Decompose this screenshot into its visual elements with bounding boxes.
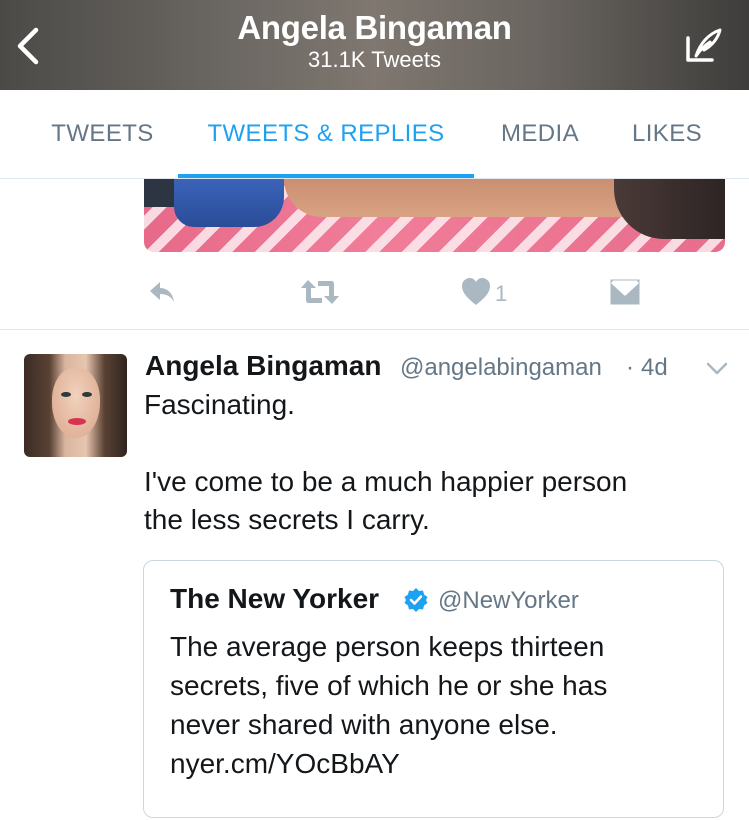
profile-header: Angela Bingaman 31.1K Tweets xyxy=(0,0,749,90)
profile-name-title: Angela Bingaman xyxy=(237,9,512,46)
previous-tweet-actions xyxy=(0,252,749,329)
tab-tweets[interactable]: TWEETS xyxy=(30,90,175,178)
photo-arm xyxy=(284,179,664,217)
quoted-text-line: The average person keeps thirteen xyxy=(170,631,605,662)
quoted-link[interactable]: nyer.cm/YOcBbAY xyxy=(170,748,400,780)
tweet-text-line: I've come to be a much happier person xyxy=(144,466,628,497)
quoted-author-name: The New Yorker xyxy=(170,583,380,614)
tweet-text-line: the less secrets I carry. xyxy=(144,504,430,535)
quoted-tweet-card[interactable]: The New Yorker @NewYorker The average pe… xyxy=(143,560,724,818)
tab-tweets-and-replies[interactable]: TWEETS & REPLIES xyxy=(178,90,474,178)
tweet-author-name[interactable]: Angela Bingaman xyxy=(145,350,381,382)
tweet-text-line: Fascinating. xyxy=(144,389,295,420)
tweet-timestamp[interactable]: 4d xyxy=(641,354,668,382)
photo-blue-fabric xyxy=(174,179,284,227)
retweet-icon[interactable] xyxy=(300,276,340,308)
avatar-lips xyxy=(68,418,86,425)
heart-icon[interactable] xyxy=(460,276,492,308)
direct-message-icon[interactable] xyxy=(609,276,641,308)
avatar-eye xyxy=(82,392,92,397)
quoted-author-handle: @NewYorker xyxy=(438,587,579,614)
compose-tweet-icon[interactable] xyxy=(682,24,726,68)
verified-badge-icon xyxy=(404,588,428,612)
meta-separator: · xyxy=(626,354,634,381)
quoted-text-line: secrets, five of which he or she has xyxy=(170,670,608,701)
avatar-face xyxy=(52,368,100,438)
avatar[interactable] xyxy=(24,354,127,457)
tweet-count: 31.1K Tweets xyxy=(308,47,441,72)
quoted-text-line: never shared with anyone else. xyxy=(170,709,558,740)
tweet-author-handle[interactable]: @angelabingaman xyxy=(400,354,602,382)
active-tab-indicator xyxy=(178,174,474,178)
tab-media[interactable]: MEDIA xyxy=(482,90,598,178)
like-count: 1 xyxy=(495,281,508,306)
tab-label: MEDIA xyxy=(500,120,579,147)
tab-label: TWEETS & REPLIES xyxy=(207,120,445,147)
photo-hair xyxy=(614,179,725,239)
previous-tweet-photo[interactable] xyxy=(144,179,725,252)
avatar-eye xyxy=(61,392,71,397)
tab-label: LIKES xyxy=(631,120,703,147)
tab-likes[interactable]: LIKES xyxy=(614,90,720,178)
tab-label: TWEETS xyxy=(51,120,154,147)
reply-icon[interactable] xyxy=(146,276,178,308)
tweet-divider xyxy=(0,329,749,330)
profile-tabs: TWEETS TWEETS & REPLIES MEDIA LIKES xyxy=(0,90,749,179)
chevron-down-icon[interactable] xyxy=(705,360,729,378)
